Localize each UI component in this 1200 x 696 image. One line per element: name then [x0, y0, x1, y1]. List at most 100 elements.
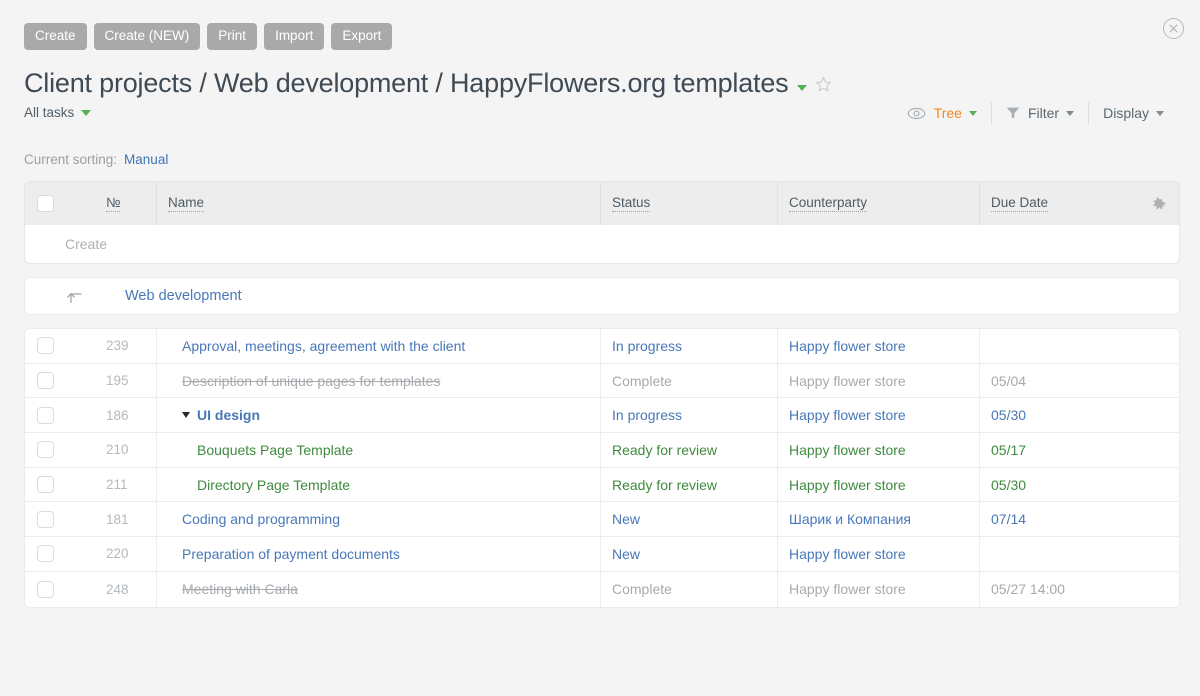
counterparty-value[interactable]: Шарик и Компания — [789, 511, 911, 527]
status-value[interactable]: Complete — [612, 581, 672, 597]
counterparty-value[interactable]: Happy flower store — [789, 338, 906, 354]
row-checkbox[interactable] — [37, 511, 54, 528]
display-label: Display — [1103, 105, 1149, 121]
row-due-date-cell — [979, 537, 1179, 571]
star-outline-icon[interactable] — [815, 76, 832, 98]
counterparty-value[interactable]: Happy flower store — [789, 546, 906, 562]
print-button[interactable]: Print — [207, 23, 257, 50]
close-circle-icon[interactable] — [1163, 18, 1184, 39]
row-due-date-cell: 05/04 — [979, 364, 1179, 398]
row-status-cell: New — [600, 537, 777, 571]
table-row[interactable]: 239Approval, meetings, agreement with th… — [25, 329, 1179, 364]
chevron-down-icon[interactable] — [797, 85, 807, 91]
task-name-link[interactable]: UI design — [197, 407, 260, 423]
sorting-value[interactable]: Manual — [124, 152, 168, 167]
create-task-inline-input[interactable]: Create — [24, 225, 1180, 264]
task-name-link[interactable]: Coding and programming — [182, 511, 340, 527]
row-checkbox[interactable] — [37, 372, 54, 389]
table-row[interactable]: 248Meeting with CarlaCompleteHappy flowe… — [25, 572, 1179, 607]
row-checkbox[interactable] — [37, 337, 54, 354]
task-name-link[interactable]: Meeting with Carla — [182, 581, 298, 597]
column-header-due-date[interactable]: Due Date — [979, 182, 1139, 225]
row-checkbox[interactable] — [37, 441, 54, 458]
row-counterparty-cell: Happy flower store — [777, 468, 979, 502]
row-checkbox[interactable] — [37, 476, 54, 493]
row-checkbox[interactable] — [37, 407, 54, 424]
table-row[interactable]: 195Description of unique pages for templ… — [25, 364, 1179, 399]
column-header-status[interactable]: Status — [600, 182, 777, 225]
column-header-counterparty[interactable]: Counterparty — [777, 182, 979, 225]
table-row[interactable]: 220Preparation of payment documentsNewHa… — [25, 537, 1179, 572]
table-row[interactable]: 181Coding and programmingNewШарик и Комп… — [25, 502, 1179, 537]
status-value[interactable]: New — [612, 511, 640, 527]
row-due-date-cell: 05/30 — [979, 398, 1179, 432]
row-name-cell: Preparation of payment documents — [156, 537, 600, 571]
collapse-triangle-icon[interactable] — [182, 412, 190, 418]
task-name-link[interactable]: Bouquets Page Template — [197, 442, 353, 458]
row-number: 186 — [65, 398, 156, 432]
row-counterparty-cell: Happy flower store — [777, 433, 979, 467]
create-button[interactable]: Create — [24, 23, 87, 50]
display-button[interactable]: Display — [1089, 105, 1178, 121]
chevron-down-icon — [1066, 111, 1074, 116]
tree-view-toggle[interactable]: Tree — [893, 105, 991, 121]
row-select-cell — [25, 433, 65, 467]
status-value[interactable]: In progress — [612, 407, 682, 423]
task-name-link[interactable]: Preparation of payment documents — [182, 546, 400, 562]
due-date-value: 05/04 — [991, 373, 1026, 389]
due-date-value: 05/30 — [991, 407, 1026, 423]
chevron-down-icon — [1156, 111, 1164, 116]
counterparty-value[interactable]: Happy flower store — [789, 442, 906, 458]
tasks-table: № Name Status Counterparty Due Date Crea… — [24, 181, 1180, 608]
import-button[interactable]: Import — [264, 23, 324, 50]
counterparty-value[interactable]: Happy flower store — [789, 373, 906, 389]
row-status-cell: Complete — [600, 572, 777, 607]
filter-button[interactable]: Filter — [992, 105, 1088, 121]
task-name-link[interactable]: Approval, meetings, agreement with the c… — [182, 338, 465, 354]
row-checkbox[interactable] — [37, 581, 54, 598]
funnel-icon — [1006, 106, 1020, 120]
row-name-cell: Description of unique pages for template… — [156, 364, 600, 398]
task-name-link[interactable]: Directory Page Template — [197, 477, 350, 493]
chevron-down-icon — [969, 111, 977, 116]
status-value[interactable]: New — [612, 546, 640, 562]
row-number: 210 — [65, 433, 156, 467]
table-row[interactable]: 186 UI design In progress Happy flower stor… — [25, 398, 1179, 433]
row-name-cell: Approval, meetings, agreement with the c… — [156, 329, 600, 363]
row-select-cell — [25, 537, 65, 571]
select-all-checkbox[interactable] — [37, 195, 54, 212]
row-due-date-cell: 05/17 — [979, 433, 1179, 467]
table-row[interactable]: 211Directory Page TemplateReady for revi… — [25, 468, 1179, 503]
column-header-name[interactable]: Name — [156, 182, 600, 225]
due-date-value: 05/30 — [991, 477, 1026, 493]
table-header-row: № Name Status Counterparty Due Date — [24, 181, 1180, 225]
due-date-value: 05/17 — [991, 442, 1026, 458]
counterparty-value[interactable]: Happy flower store — [789, 407, 906, 423]
parent-folder-row[interactable]: Web development — [24, 277, 1180, 315]
status-value[interactable]: Ready for review — [612, 442, 717, 458]
all-tasks-label: All tasks — [24, 105, 74, 120]
status-value[interactable]: Complete — [612, 373, 672, 389]
task-name-link[interactable]: Description of unique pages for template… — [182, 373, 440, 389]
due-date-value: 05/27 14:00 — [991, 581, 1065, 597]
table-row[interactable]: 210 Bouquets Page Template Ready for revie… — [25, 433, 1179, 468]
create-new-button[interactable]: Create (NEW) — [94, 23, 201, 50]
current-sorting: Current sorting:Manual — [24, 152, 168, 167]
export-button[interactable]: Export — [331, 23, 392, 50]
row-name-cell: Coding and programming — [156, 502, 600, 536]
all-tasks-filter-dropdown[interactable]: All tasks — [24, 105, 91, 120]
status-value[interactable]: In progress — [612, 338, 682, 354]
counterparty-value[interactable]: Happy flower store — [789, 581, 906, 597]
chevron-down-icon — [81, 110, 91, 116]
row-counterparty-cell: Happy flower store — [777, 572, 979, 607]
row-due-date-cell — [979, 329, 1179, 363]
column-header-number[interactable]: № — [65, 182, 156, 225]
gear-icon[interactable] — [1139, 196, 1179, 212]
status-value[interactable]: Ready for review — [612, 477, 717, 493]
action-toolbar: Create Create (NEW) Print Import Export — [24, 23, 392, 50]
counterparty-value[interactable]: Happy flower store — [789, 477, 906, 493]
row-status-cell: In progress — [600, 329, 777, 363]
row-select-cell — [25, 572, 65, 607]
row-checkbox[interactable] — [37, 545, 54, 562]
row-status-cell: Ready for review — [600, 468, 777, 502]
